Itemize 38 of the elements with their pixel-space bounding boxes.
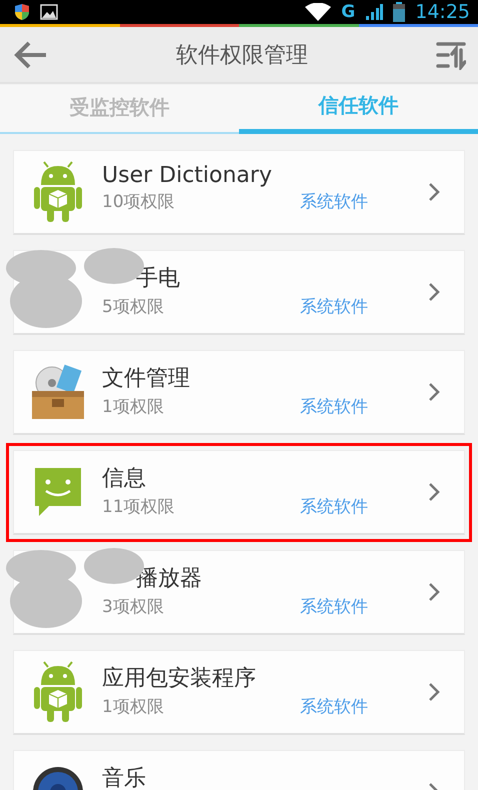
permission-count: 3项权限 [102, 596, 165, 618]
app-name: 音乐 [102, 765, 147, 790]
app-name: 应用包安装程序 [102, 665, 257, 693]
app-name: 信息 [102, 465, 147, 493]
network-type: G [341, 2, 356, 22]
app-name: User Dictionary [102, 163, 273, 188]
app-type: 系统软件 [300, 496, 368, 518]
back-arrow-icon[interactable] [14, 40, 48, 70]
shield-icon [14, 3, 30, 21]
app-type: 系统软件 [300, 296, 368, 318]
app-type: 系统软件 [300, 696, 368, 718]
android-robot-icon [34, 661, 82, 723]
message-bubble-icon [33, 466, 83, 518]
chevron-right-icon [428, 582, 440, 602]
page-title: 软件权限管理 [175, 42, 309, 70]
chevron-right-icon [428, 282, 440, 302]
clock: 14:25 [415, 1, 470, 23]
permission-count: 1项权限 [102, 396, 165, 418]
permission-count: 11项权限 [102, 496, 176, 518]
chevron-right-icon [428, 482, 440, 502]
sort-icon[interactable] [436, 40, 466, 70]
chevron-right-icon [428, 182, 440, 202]
android-robot-icon [34, 161, 82, 223]
app-type: 系统软件 [300, 191, 368, 213]
wifi-icon [305, 3, 332, 21]
permission-count: 10项权限 [102, 191, 176, 213]
permission-count: 5项权限 [102, 296, 165, 318]
chevron-right-icon [428, 682, 440, 702]
app-type: 系统软件 [300, 596, 368, 618]
file-box-icon [30, 363, 86, 421]
app-name: 文件管理 [102, 365, 191, 393]
signal-icon [365, 3, 384, 21]
image-icon [40, 4, 58, 20]
chevron-right-icon [428, 382, 440, 402]
app-type: 系统软件 [300, 396, 368, 418]
app-card[interactable]: 信息 11项权限 系统软件 [6, 443, 472, 542]
permission-count: 1项权限 [102, 696, 165, 718]
battery-icon [393, 2, 406, 22]
